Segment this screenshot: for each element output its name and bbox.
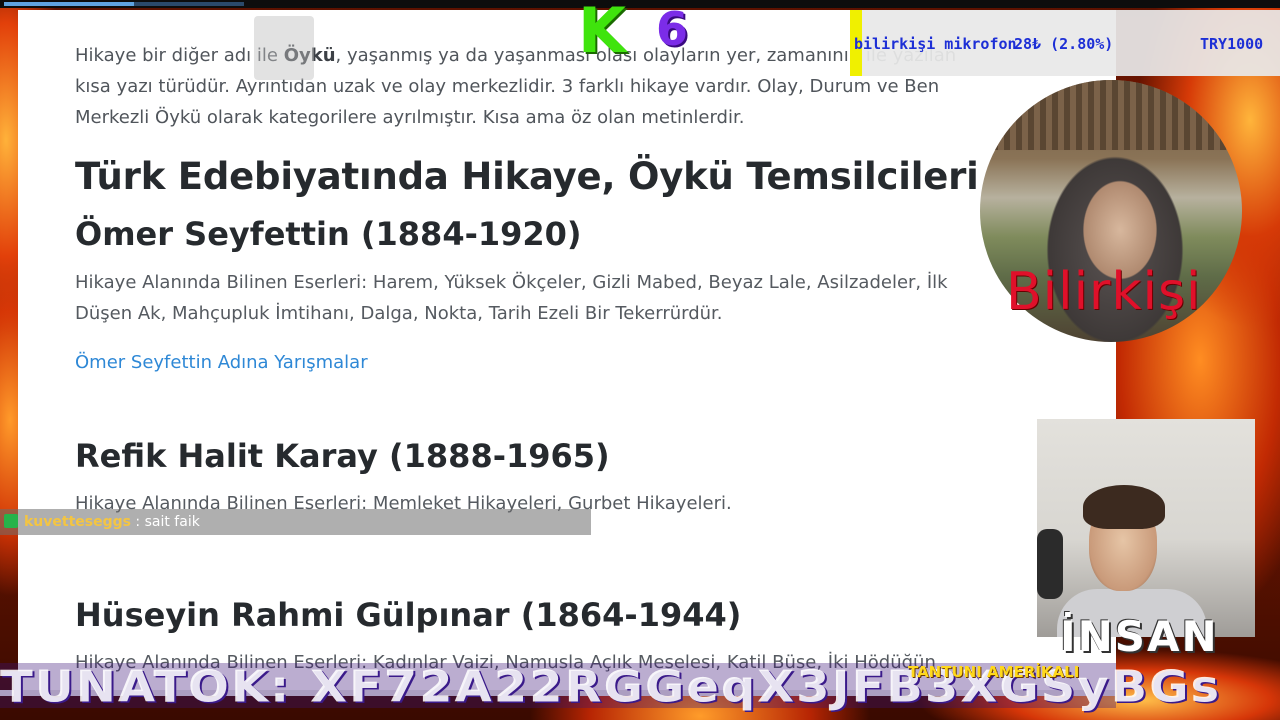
article-body: Hikaye bir diğer adı ile Öykü, yaşanmış … xyxy=(75,40,975,133)
browser-mini-strip xyxy=(0,0,1280,8)
chat-message: sait faik xyxy=(144,514,200,530)
webcam-background-pergola xyxy=(980,80,1242,150)
chat-username: kuvetteseggs xyxy=(24,514,131,530)
mini-progress-fill xyxy=(4,2,134,6)
section-title: Türk Edebiyatında Hikaye, Öykü Temsilcil… xyxy=(75,155,979,198)
webcam-person-hair xyxy=(1083,485,1165,529)
chat-badge-icon xyxy=(4,514,18,528)
ticker-goal: TRY1000 xyxy=(1200,35,1264,53)
author-heading-huseyin: Hüseyin Rahmi Gülpınar (1864-1944) xyxy=(75,596,742,634)
ticker-amount: 28₺ (2.80%) xyxy=(1014,35,1114,53)
author-works-omer: Hikaye Alanında Bilinen Eserleri: Harem,… xyxy=(75,272,948,324)
donation-ticker: bilirkişi mikrofon 28₺ (2.80%) TRY1000 xyxy=(850,10,1280,76)
overlay-ghost-box xyxy=(254,16,314,80)
stream-logo-k: K xyxy=(578,0,627,67)
bottom-banner: TUNATOK: XF72A22RGGeqX3JFB3XGSyBGs TANTU… xyxy=(0,655,1280,720)
chat-message-bar: kuvetteseggs : sait faik xyxy=(0,509,591,535)
banner-sub-text: TANTUNI AMERİKALI xyxy=(908,663,1080,681)
webcam-circle-label: Bilirkişi xyxy=(1006,262,1202,322)
omer-competitions-link[interactable]: Ömer Seyfettin Adına Yarışmalar xyxy=(75,352,368,373)
author-heading-refik: Refik Halit Karay (1888-1965) xyxy=(75,437,610,475)
webcam-square-label: İNSAN xyxy=(1060,612,1219,661)
intro-paragraph: Hikaye bir diğer adı ile Öykü, yaşanmış … xyxy=(75,40,975,133)
webcam-square xyxy=(1037,419,1255,637)
chat-separator: : xyxy=(130,514,145,530)
stream-logo-6: 6 xyxy=(656,2,689,56)
microphone-icon xyxy=(1037,529,1063,599)
intro-text-a: Hikaye bir diğer adı ile xyxy=(75,45,284,66)
ticker-item: bilirkişi mikrofon xyxy=(854,35,1017,53)
author-heading-omer: Ömer Seyfettin (1884-1920) xyxy=(75,215,582,253)
